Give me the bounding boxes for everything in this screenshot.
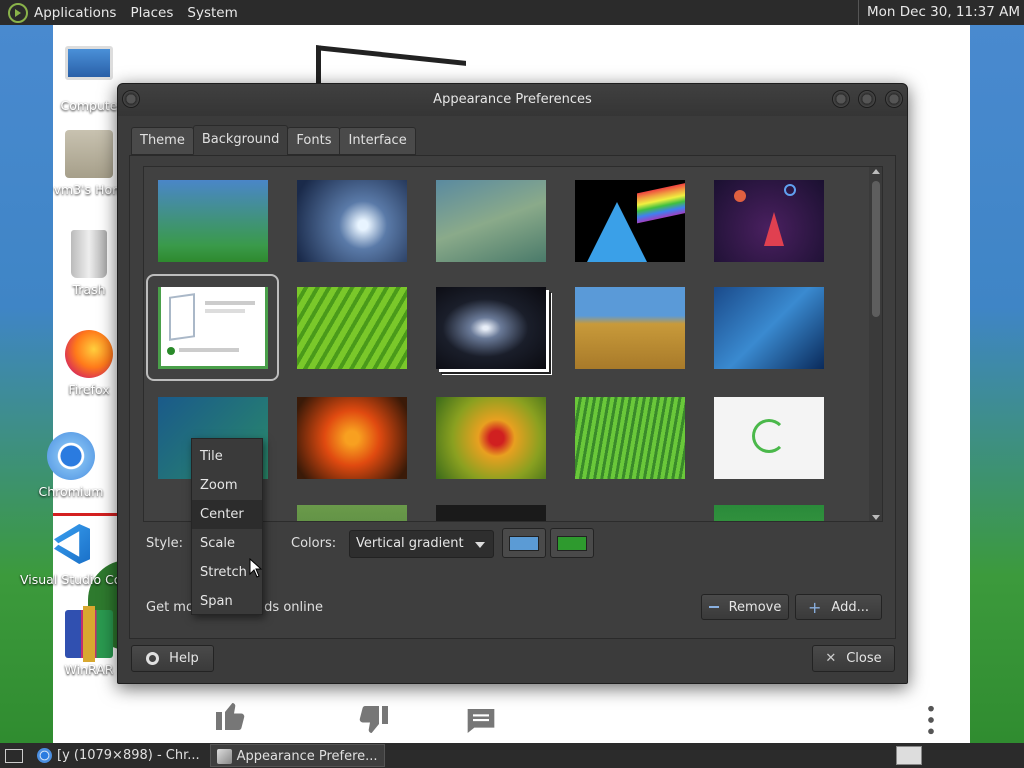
wallpaper-thumb[interactable] bbox=[297, 180, 407, 262]
wallpaper-thumb[interactable] bbox=[575, 397, 685, 479]
desktop-icon-label: Chromium bbox=[38, 484, 104, 499]
desktop-icon-chromium[interactable]: Chromium bbox=[26, 432, 116, 499]
wallpaper-thumb[interactable] bbox=[714, 287, 824, 369]
close-button[interactable]: ✕ Close bbox=[812, 645, 895, 672]
add-button[interactable]: + Add... bbox=[795, 594, 882, 620]
tab-bar: Theme Background Fonts Interface bbox=[131, 125, 416, 155]
menu-applications[interactable]: Applications bbox=[34, 5, 116, 21]
window-title: Appearance Preferences bbox=[433, 92, 592, 107]
more-options-icon[interactable] bbox=[921, 703, 941, 737]
clock[interactable]: Mon Dec 30, 11:37 AM bbox=[857, 0, 1024, 25]
thumbs-down-icon[interactable] bbox=[355, 703, 391, 739]
get-more-text: Get mo bbox=[146, 600, 194, 615]
wallpaper-thumb[interactable] bbox=[575, 180, 685, 262]
bottom-panel: [y (1079×898) - Chr... Appearance Prefer… bbox=[0, 743, 1024, 768]
wallpaper-thumb[interactable] bbox=[575, 287, 685, 369]
style-option-scale[interactable]: Scale bbox=[192, 529, 262, 558]
style-dropdown-menu: Tile Zoom Center Scale Stretch Span bbox=[191, 438, 263, 615]
help-button[interactable]: Help bbox=[131, 645, 214, 672]
primary-color-button[interactable] bbox=[502, 528, 546, 558]
colors-dropdown-value: Vertical gradient bbox=[356, 536, 464, 551]
menu-places[interactable]: Places bbox=[130, 5, 173, 21]
wallpaper-thumb[interactable] bbox=[297, 287, 407, 369]
scroll-down-icon[interactable] bbox=[872, 515, 880, 520]
appearance-icon bbox=[216, 749, 232, 764]
wallpaper-scrollbar[interactable] bbox=[869, 167, 882, 521]
taskbar-item-label: [y (1079×898) - Chr... bbox=[57, 748, 200, 763]
desktop-icon-vscode[interactable]: Visual Studio Co bbox=[20, 520, 130, 587]
maximize-button[interactable] bbox=[858, 90, 876, 108]
secondary-color-button[interactable] bbox=[550, 528, 594, 558]
tab-theme[interactable]: Theme bbox=[131, 127, 194, 155]
chromium-icon bbox=[47, 432, 95, 480]
plus-icon: + bbox=[808, 597, 822, 617]
remove-label: Remove bbox=[728, 599, 782, 615]
wallpaper-thumb[interactable] bbox=[436, 180, 546, 262]
style-option-tile[interactable]: Tile bbox=[192, 442, 262, 471]
home-folder-icon bbox=[65, 130, 113, 178]
wallpaper-thumb-selected[interactable] bbox=[158, 287, 268, 369]
taskbar-item-label: Appearance Prefere... bbox=[236, 749, 378, 764]
distro-logo-icon[interactable] bbox=[8, 2, 28, 23]
menu-system[interactable]: System bbox=[187, 5, 237, 21]
minimize-button[interactable] bbox=[832, 90, 850, 108]
colors-label: Colors: bbox=[291, 536, 337, 551]
wallpaper-thumb[interactable] bbox=[436, 505, 546, 521]
tab-fonts[interactable]: Fonts bbox=[287, 127, 341, 155]
close-label: Close bbox=[846, 651, 882, 666]
add-label: Add... bbox=[831, 599, 869, 615]
desktop-icon-label: Visual Studio Co bbox=[20, 572, 122, 587]
style-option-span[interactable]: Span bbox=[192, 587, 262, 616]
top-panel: Applications Places System Mon Dec 30, 1… bbox=[0, 0, 1024, 25]
mouse-cursor-icon bbox=[249, 558, 263, 578]
comment-icon[interactable] bbox=[465, 705, 497, 737]
vscode-icon bbox=[48, 520, 96, 568]
help-icon bbox=[146, 652, 160, 665]
wallpaper-thumb[interactable] bbox=[297, 505, 407, 521]
taskbar-item-chromium[interactable]: [y (1079×898) - Chr... bbox=[31, 744, 206, 767]
scrollbar-thumb[interactable] bbox=[872, 181, 880, 317]
workspace-switcher-icon[interactable] bbox=[896, 746, 922, 765]
wallpaper-thumb[interactable] bbox=[714, 180, 824, 262]
chevron-down-icon bbox=[475, 542, 485, 548]
primary-color-swatch bbox=[509, 536, 539, 551]
scroll-up-icon[interactable] bbox=[872, 169, 880, 174]
close-icon: ✕ bbox=[825, 651, 837, 666]
remove-button[interactable]: Remove bbox=[701, 594, 789, 620]
window-titlebar[interactable]: Appearance Preferences bbox=[118, 84, 907, 116]
firefox-icon bbox=[65, 330, 113, 378]
close-window-button[interactable] bbox=[885, 90, 903, 108]
taskbar-item-appearance[interactable]: Appearance Prefere... bbox=[209, 744, 385, 767]
thumbs-up-icon[interactable] bbox=[213, 697, 249, 733]
chromium-icon bbox=[37, 748, 52, 763]
wallpaper-thumb[interactable] bbox=[436, 287, 546, 369]
red-divider bbox=[53, 513, 123, 516]
wallpaper-thumb[interactable] bbox=[297, 397, 407, 479]
wallpaper-thumb[interactable] bbox=[714, 397, 824, 479]
style-option-zoom[interactable]: Zoom bbox=[192, 471, 262, 500]
tab-background[interactable]: Background bbox=[192, 125, 289, 155]
wallpaper-thumb[interactable] bbox=[714, 505, 824, 521]
wallpaper-thumb[interactable] bbox=[436, 397, 546, 479]
trash-icon bbox=[71, 230, 107, 278]
show-desktop-icon[interactable] bbox=[5, 748, 23, 763]
get-more-tail: nds online bbox=[255, 600, 323, 615]
winrar-icon bbox=[65, 606, 113, 662]
computer-icon bbox=[65, 46, 113, 80]
style-label: Style: bbox=[146, 536, 184, 551]
tab-interface[interactable]: Interface bbox=[339, 127, 416, 155]
wallpaper-thumb[interactable] bbox=[158, 180, 268, 262]
secondary-color-swatch bbox=[557, 536, 587, 551]
colors-dropdown[interactable]: Vertical gradient bbox=[349, 530, 494, 558]
help-label: Help bbox=[169, 651, 199, 666]
minus-icon bbox=[708, 606, 719, 608]
style-option-center[interactable]: Center bbox=[192, 500, 262, 529]
